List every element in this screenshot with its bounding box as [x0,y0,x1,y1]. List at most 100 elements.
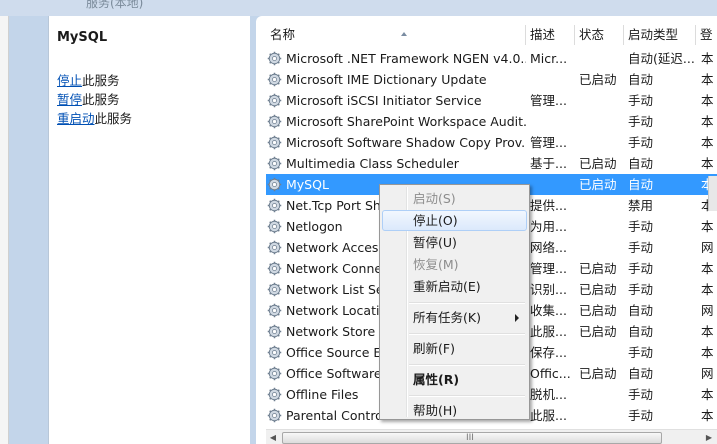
menu-item-label: 恢复(M) [413,257,459,272]
service-logon-cell: 本 [701,324,714,339]
service-logon-cell: 本 [701,114,714,129]
service-status-cell [579,111,624,132]
scroll-left-icon[interactable]: ◀ [267,432,279,443]
service-detail-pane: MySQL 停止此服务 暂停此服务 重启动此服务 [48,16,250,444]
service-gear-icon [267,198,282,213]
service-logon-cell: 本 [701,261,714,276]
action-restart: 重启动此服务 [57,108,132,127]
service-logon-cell: 本 [701,387,714,402]
service-description-cell: 管理... [530,135,567,150]
service-gear-icon [267,408,282,423]
table-row[interactable]: Microsoft Software Shadow Copy Prov... 管理… [266,132,717,153]
restart-service-link[interactable]: 重启动 [57,111,95,126]
service-gear-icon [267,93,282,108]
service-startup-cell: 手动 [628,261,654,276]
scrollbar-grip: III [466,433,474,443]
column-logon[interactable]: 登 [696,25,717,45]
service-description-cell: 脱机... [530,387,567,402]
action-stop: 停止此服务 [57,70,120,89]
table-row[interactable]: Microsoft SharePoint Workspace Audit... 手… [266,111,717,132]
title-bar: 服务(本地) [0,0,717,16]
action-suffix: 此服务 [82,73,120,88]
table-row[interactable]: Microsoft IME Dictionary Update 已启动 自动 本 [266,69,717,90]
service-startup-cell: 手动 [628,240,654,255]
service-description-cell: 管理... [530,261,567,276]
menu-item[interactable]: 帮助(H) [382,400,527,421]
service-description-cell: 识别... [530,282,567,297]
service-description-cell [530,111,575,132]
service-logon-cell: 网 [701,240,714,255]
service-description-cell: 为用... [530,219,567,234]
column-startup-type[interactable]: 启动类型 [624,25,696,45]
table-row[interactable]: Multimedia Class Scheduler 基于... 已启动 自动 本 [266,153,717,174]
service-name-cell: Microsoft IME Dictionary Update [286,72,487,87]
service-logon-cell: 网 [701,366,714,381]
service-startup-cell: 自动(延迟... [628,51,695,66]
table-row[interactable]: Microsoft iSCSI Initiator Service 管理... 手动… [266,90,717,111]
column-description[interactable]: 描述 [526,25,575,45]
service-description-cell: 保存... [530,345,567,360]
service-startup-cell: 手动 [628,135,654,150]
stop-service-link[interactable]: 停止 [57,73,82,88]
context-menu: 启动(S) 停止(O) 暂停(U) 恢复(M) 重新启动(E) 所有任务(K) 刷新(F) 属… [379,184,530,420]
sort-ascending-icon [401,32,407,36]
selected-service-name: MySQL [57,30,108,45]
column-name[interactable]: 名称 [266,25,526,45]
service-startup-cell: 手动 [628,387,654,402]
submenu-arrow-icon [515,314,519,322]
service-gear-icon [267,324,282,339]
service-logon-cell: 本 [701,135,714,150]
menu-separator [409,302,525,304]
menu-item[interactable]: 停止(O) [382,210,527,231]
service-description-cell: 此服... [530,324,567,339]
service-description-cell: 提供... [530,198,567,213]
menu-item-label: 属性(R) [413,372,460,387]
service-status-cell [579,237,624,258]
column-status[interactable]: 状态 [575,25,624,45]
table-row[interactable]: Microsoft .NET Framework NGEN v4.0... Mic… [266,48,717,69]
menu-item[interactable]: 刷新(F) [382,338,527,359]
service-gear-icon [267,282,282,297]
scroll-right-icon[interactable]: ▶ [703,432,715,443]
service-description-cell [530,174,575,195]
service-startup-cell: 自动 [628,177,654,192]
vertical-scrollbar[interactable] [708,176,717,211]
menu-item-label: 重新启动(E) [413,279,481,294]
service-startup-cell: 手动 [628,114,654,129]
service-gear-icon [267,51,282,66]
service-gear-icon [267,345,282,360]
service-logon-cell: 本 [701,93,714,108]
service-startup-cell: 禁用 [628,198,654,213]
menu-item-label: 刷新(F) [413,341,455,356]
service-startup-cell: 自动 [628,72,654,87]
horizontal-scrollbar[interactable]: ◀ III ▶ [266,429,717,444]
menu-item-label: 启动(S) [413,191,456,206]
service-description-cell: Micr... [530,51,568,66]
service-description-cell: 网络... [530,240,567,255]
service-gear-icon [267,240,282,255]
window-edge [0,0,9,444]
pause-service-link[interactable]: 暂停 [57,92,82,107]
service-gear-icon [267,387,282,402]
service-status-cell: 已启动 [579,282,617,297]
menu-item[interactable]: 所有任务(K) [382,307,527,328]
service-logon-cell: 本 [701,219,714,234]
service-status-cell: 已启动 [579,72,617,87]
service-status-cell [579,90,624,111]
service-startup-cell: 自动 [628,366,654,381]
service-startup-cell: 自动 [628,156,654,171]
service-logon-cell: 本 [701,408,714,423]
service-description-cell: 基于... [530,156,567,171]
service-status-cell [579,195,624,216]
menu-item[interactable]: 重新启动(E) [382,276,527,297]
menu-item-label: 帮助(H) [413,403,458,418]
service-name-cell: Microsoft .NET Framework NGEN v4.0... [286,51,526,66]
scrollbar-thumb[interactable]: III [282,432,662,444]
menu-item[interactable]: 属性(R) [382,369,527,390]
menu-item: 启动(S) [382,188,527,209]
service-name-cell: Microsoft Software Shadow Copy Prov... [286,135,526,150]
menu-item[interactable]: 暂停(U) [382,232,527,253]
service-status-cell [579,216,624,237]
service-status-cell: 已启动 [579,366,617,381]
service-startup-cell: 自动 [628,303,654,318]
